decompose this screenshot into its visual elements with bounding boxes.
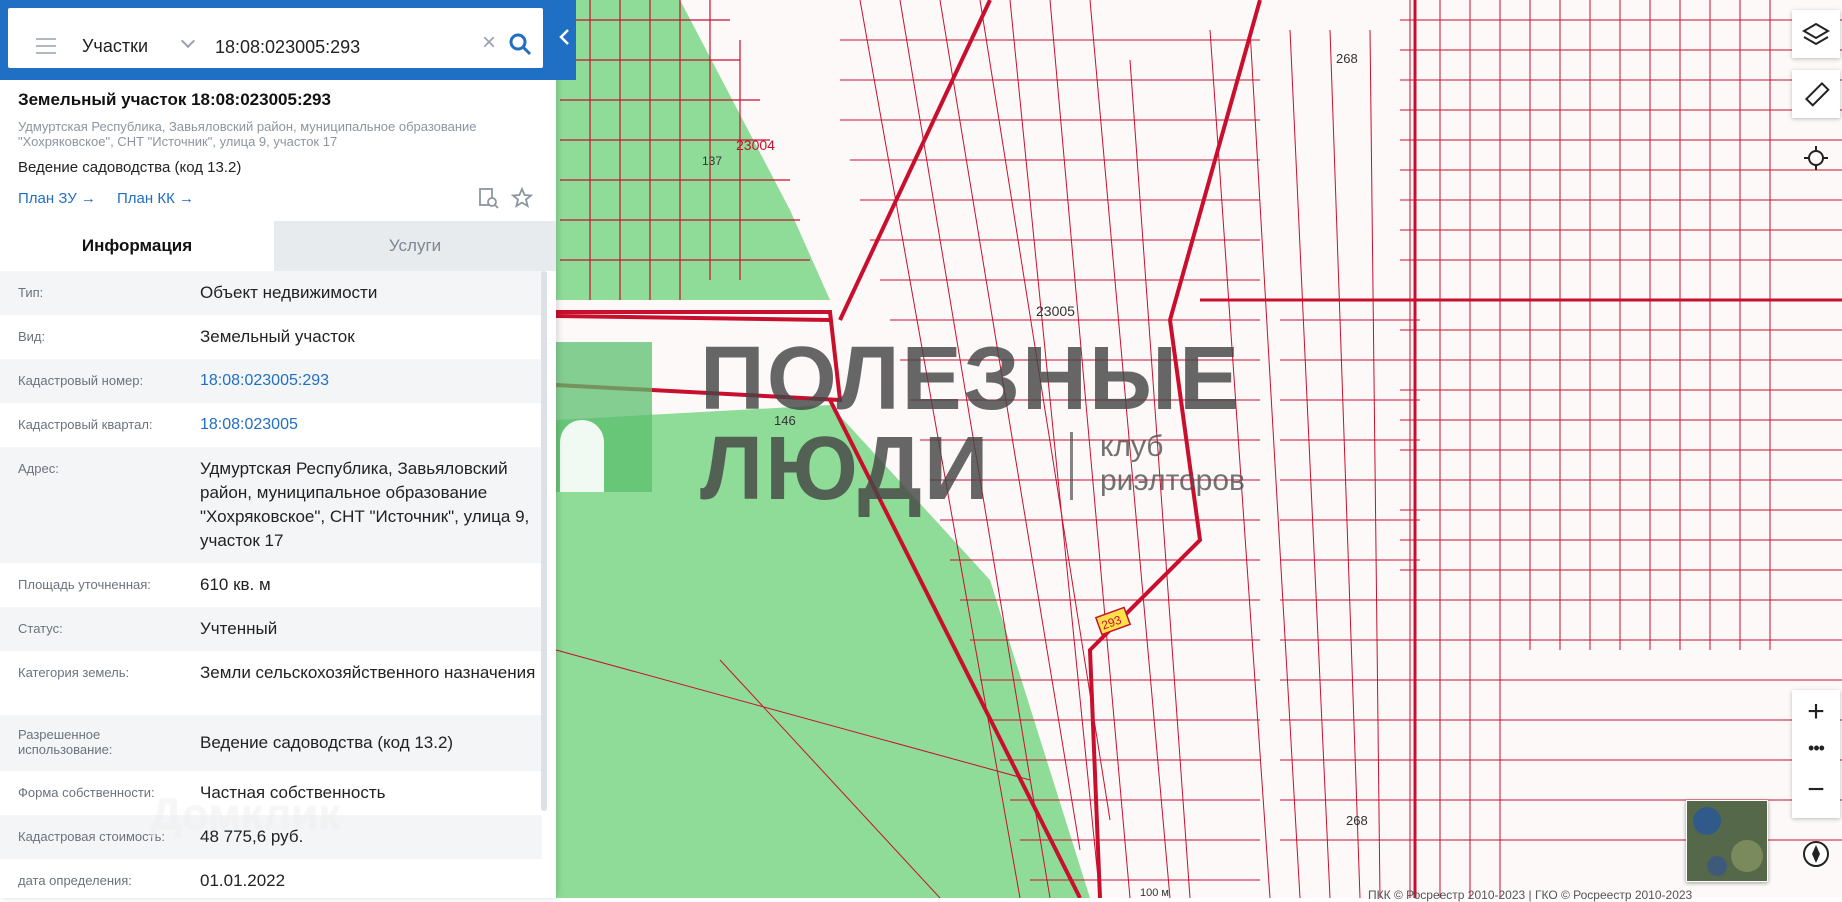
object-title: Земельный участок 18:08:023005:293 [18, 90, 331, 109]
row-key: Кадастровый квартал: [18, 417, 153, 432]
cadastral-quarter-link[interactable]: 18:08:023005 [200, 413, 540, 437]
row-value: 01.01.2022 [200, 871, 286, 890]
tabs: Информация Услуги [0, 221, 556, 271]
quarter-label-137: 137 [702, 154, 722, 168]
map-scale: 100 м [1140, 887, 1169, 899]
info-panel: Участки × Земельный участок 18:08:023005… [0, 0, 576, 898]
zoom-controls: + ••• − [1792, 690, 1840, 818]
watermark-subtext-2: риэлторов [1100, 464, 1245, 497]
ruler-button[interactable] [1792, 70, 1840, 118]
quarter-label-23004: 23004 [736, 137, 775, 153]
search-input[interactable] [213, 28, 467, 66]
arrow-right-icon: → [178, 190, 194, 207]
row-key: Категория земель: [18, 665, 130, 680]
quarter-label-268-top: 268 [1336, 51, 1358, 66]
row-value: Удмуртская Республика, Завьяловский райо… [200, 459, 530, 550]
plan-zu-label: План ЗУ [18, 190, 77, 207]
row-key: Тип: [18, 285, 44, 300]
locate-button[interactable] [1792, 134, 1840, 182]
satellite-minimap-button[interactable] [1686, 800, 1768, 882]
table-row: Категория земель: Земли сельскохозяйстве… [0, 651, 542, 715]
table-row: Вид: Земельный участок [0, 315, 542, 359]
search-box: Участки × [8, 8, 543, 68]
satellite-preview [1687, 801, 1767, 881]
ruler-icon [1804, 81, 1830, 107]
quarter-label-268-bottom: 268 [1346, 813, 1368, 828]
search-icon[interactable] [508, 32, 532, 56]
row-value: 610 кв. м [200, 575, 271, 594]
layers-button[interactable] [1792, 10, 1840, 58]
more-button[interactable]: ••• [1792, 734, 1840, 770]
panel-scrollbar[interactable] [541, 271, 547, 811]
cadastral-number-link[interactable]: 18:08:023005:293 [200, 369, 540, 393]
row-value: Объект недвижимости [200, 283, 378, 302]
table-row: дата определения: 01.01.2022 [0, 859, 542, 898]
row-key: Адрес: [18, 461, 59, 476]
map-copyright: ПКК © Росреестр 2010-2023 | ГКО © Росрее… [1368, 888, 1693, 902]
table-row: Адрес: Удмуртская Республика, Завьяловск… [0, 447, 542, 563]
watermark-logo-arch [560, 420, 604, 492]
collapse-panel-icon[interactable] [554, 22, 576, 52]
row-value: Ведение садоводства (код 13.2) [200, 733, 454, 752]
menu-icon[interactable] [36, 38, 56, 59]
arrow-right-icon: → [80, 190, 96, 207]
row-key: дата определения: [18, 873, 132, 888]
row-key: Вид: [18, 329, 46, 344]
watermark-subtext-1: клуб [1100, 430, 1164, 463]
object-permitted-use: Ведение садоводства (код 13.2) [18, 159, 242, 176]
watermark-domclick: Домклик [150, 790, 341, 839]
plan-kk-label: План КК [117, 190, 175, 207]
watermark-text-line2: ЛЮДИ [700, 419, 991, 519]
table-row: Площадь уточненная: 610 кв. м [0, 563, 542, 607]
crosshair-icon [1804, 146, 1828, 170]
chevron-down-icon[interactable] [180, 33, 196, 49]
row-key: Разрешенное использование: [18, 727, 113, 757]
row-value: Земли сельскохозяйственного назначения [200, 663, 536, 682]
watermark-divider [1070, 432, 1073, 500]
plan-kk-link[interactable]: План КК → [117, 190, 194, 207]
layers-icon [1802, 22, 1830, 46]
row-key: Статус: [18, 621, 63, 636]
table-row: Статус: Учтенный [0, 607, 542, 651]
row-value: Земельный участок [200, 327, 355, 346]
compass-icon [1803, 841, 1829, 867]
object-type-select[interactable]: Участки [82, 28, 148, 64]
table-row: Кадастровый квартал: 18:08:023005 [0, 403, 542, 447]
watermark-text-line1: ПОЛЕЗНЫЕ [700, 329, 1242, 429]
clear-icon[interactable]: × [478, 31, 500, 55]
table-row: Разрешенное использование: Ведение садов… [0, 715, 542, 771]
row-key: Площадь уточненная: [18, 577, 151, 592]
zoom-out-button[interactable]: − [1792, 770, 1840, 814]
zoom-in-button[interactable]: + [1792, 690, 1840, 734]
road-lines [1200, 0, 1842, 898]
row-value: Учтенный [200, 619, 278, 638]
tab-services[interactable]: Услуги [274, 221, 556, 271]
row-key: Кадастровый номер: [18, 373, 144, 388]
tab-information[interactable]: Информация [0, 221, 274, 271]
quarter-label-23005: 23005 [1036, 303, 1075, 319]
table-row: Кадастровый номер: 18:08:023005:293 [0, 359, 542, 403]
object-address: Удмуртская Республика, Завьяловский райо… [18, 119, 477, 149]
compass-button[interactable] [1792, 830, 1840, 878]
plan-zu-link[interactable]: План ЗУ → [18, 190, 96, 207]
document-search-icon[interactable] [477, 187, 499, 209]
favorite-star-icon[interactable] [510, 186, 534, 210]
table-row: Тип: Объект недвижимости [0, 271, 542, 315]
search-bar: Участки × [0, 0, 576, 80]
forest-area-north [556, 0, 830, 300]
